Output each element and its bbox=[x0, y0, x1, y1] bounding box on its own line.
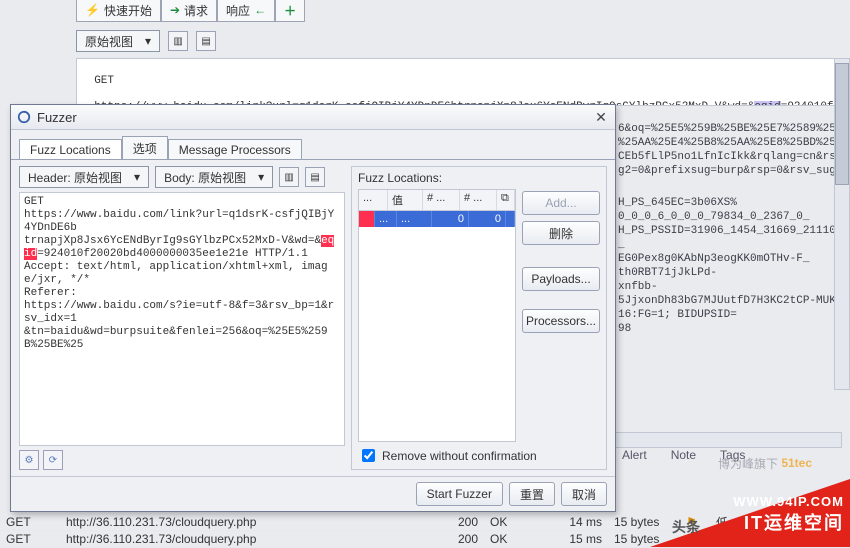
watermark-corner: 头条 WWW.94IP.COM IT运维空间 bbox=[650, 479, 850, 547]
chevron-down-icon: ▾ bbox=[252, 170, 270, 184]
lightning-icon: ⚡ bbox=[85, 3, 100, 17]
tab-fuzz-locations[interactable]: Fuzz Locations bbox=[19, 139, 122, 160]
delete-button[interactable]: 删除 bbox=[522, 221, 600, 245]
right-overflow-text: 6&oq=%25E5%259B%25BE%25E7%2589%25 %25AA%… bbox=[618, 122, 842, 382]
fuzz-locations-label: Fuzz Locations: bbox=[358, 171, 600, 185]
vertical-scrollbar[interactable] bbox=[834, 58, 850, 390]
dialog-titlebar: Fuzzer ✕ bbox=[11, 105, 615, 130]
request-textarea[interactable]: GET https://www.baidu.com/link?url=q1dsr… bbox=[76, 58, 850, 106]
split-horizontal-icon: ▥ bbox=[284, 172, 293, 183]
chevron-down-icon: ▾ bbox=[128, 170, 146, 184]
combo-label: Header: 原始视图 bbox=[22, 169, 128, 186]
tab-response[interactable]: 响应 ← bbox=[217, 0, 275, 22]
start-fuzzer-button[interactable]: Start Fuzzer bbox=[416, 482, 503, 506]
header-view-combo[interactable]: Header: 原始视图 ▾ bbox=[19, 166, 149, 188]
checkbox-label: Remove without confirmation bbox=[382, 449, 537, 463]
tool-button-2[interactable]: ⟳ bbox=[43, 450, 63, 470]
refresh-icon: ⟳ bbox=[49, 455, 57, 466]
message-pane: Header: 原始视图 ▾ Body: 原始视图 ▾ ▥ ▤ GET http… bbox=[19, 166, 345, 470]
view-list-button[interactable]: ▤ bbox=[196, 31, 216, 51]
tab-quick-start[interactable]: ⚡ 快速开始 bbox=[76, 0, 161, 22]
plus-icon: ＋ bbox=[284, 2, 296, 19]
top-tab-strip: ⚡ 快速开始 ➔ 请求 响应 ← ＋ bbox=[76, 0, 305, 22]
tab-label: 选项 bbox=[133, 142, 157, 156]
close-button[interactable]: ✕ bbox=[593, 109, 609, 125]
fuzz-locations-pane: Fuzz Locations: ... 值 # ... # ... ⧉ ... … bbox=[351, 166, 607, 470]
tab-label: Fuzz Locations bbox=[30, 143, 111, 157]
processors-button[interactable]: Processors... bbox=[522, 309, 600, 333]
split-vertical-icon: ▤ bbox=[310, 172, 319, 183]
tab-options[interactable]: 选项 bbox=[122, 136, 168, 160]
body-view-combo[interactable]: Body: 原始视图 ▾ bbox=[155, 166, 273, 188]
tab-add[interactable]: ＋ bbox=[275, 0, 305, 22]
combo-label: Body: 原始视图 bbox=[158, 169, 252, 186]
app-icon bbox=[17, 110, 31, 124]
list-icon: ▤ bbox=[201, 36, 210, 47]
tool-button-1[interactable]: ⚙ bbox=[19, 450, 39, 470]
dialog-buttons: Start Fuzzer 重置 取消 bbox=[11, 476, 615, 511]
table-row[interactable]: ... ... 0 0 bbox=[359, 211, 515, 227]
request-toolbar: 原始视图 ▾ ▥ ▤ bbox=[76, 30, 216, 52]
watermark-small: 博为峰旗下 51tec bbox=[680, 443, 850, 483]
view-mode-combo[interactable]: 原始视图 ▾ bbox=[76, 30, 160, 52]
grid-icon: ▥ bbox=[173, 36, 182, 47]
combo-label: 原始视图 bbox=[79, 33, 139, 50]
highlight-token: eqid bbox=[754, 101, 780, 106]
arrow-right-icon: ➔ bbox=[170, 3, 180, 17]
remove-without-confirmation-checkbox[interactable] bbox=[362, 449, 375, 462]
fuzzer-dialog: Fuzzer ✕ Fuzz Locations 选项 Message Proce… bbox=[10, 104, 616, 512]
tab-message-processors[interactable]: Message Processors bbox=[168, 139, 302, 160]
close-icon: ✕ bbox=[595, 109, 607, 126]
fuzz-locations-table[interactable]: ... 值 # ... # ... ⧉ ... ... 0 0 bbox=[358, 189, 516, 442]
tab-request[interactable]: ➔ 请求 bbox=[161, 0, 217, 22]
fuzzer-tab-strip: Fuzz Locations 选项 Message Processors bbox=[11, 130, 615, 160]
reset-button[interactable]: 重置 bbox=[509, 482, 555, 506]
message-textarea[interactable]: GET https://www.baidu.com/link?url=q1dsr… bbox=[19, 192, 345, 446]
fuzz-buttons: Add... 删除 Payloads... Processors... bbox=[522, 189, 600, 442]
view-grid-button[interactable]: ▥ bbox=[168, 31, 188, 51]
dialog-title: Fuzzer bbox=[37, 110, 77, 125]
gear-icon: ⚙ bbox=[25, 455, 34, 466]
tab-label: Message Processors bbox=[179, 143, 291, 157]
tab-label: 响应 bbox=[226, 2, 250, 19]
table-header: ... 值 # ... # ... ⧉ bbox=[359, 190, 515, 211]
tab-label: 请求 bbox=[184, 2, 208, 19]
payloads-button[interactable]: Payloads... bbox=[522, 267, 600, 291]
add-button[interactable]: Add... bbox=[522, 191, 600, 215]
col-alert: Alert bbox=[622, 448, 647, 462]
request-line: GET bbox=[94, 75, 114, 87]
cancel-button[interactable]: 取消 bbox=[561, 482, 607, 506]
split-vertical-button[interactable]: ▤ bbox=[305, 167, 325, 187]
chevron-down-icon: ▾ bbox=[139, 34, 157, 48]
split-horizontal-button[interactable]: ▥ bbox=[279, 167, 299, 187]
tab-label: 快速开始 bbox=[104, 2, 152, 19]
arrow-left-icon: ← bbox=[254, 3, 266, 17]
